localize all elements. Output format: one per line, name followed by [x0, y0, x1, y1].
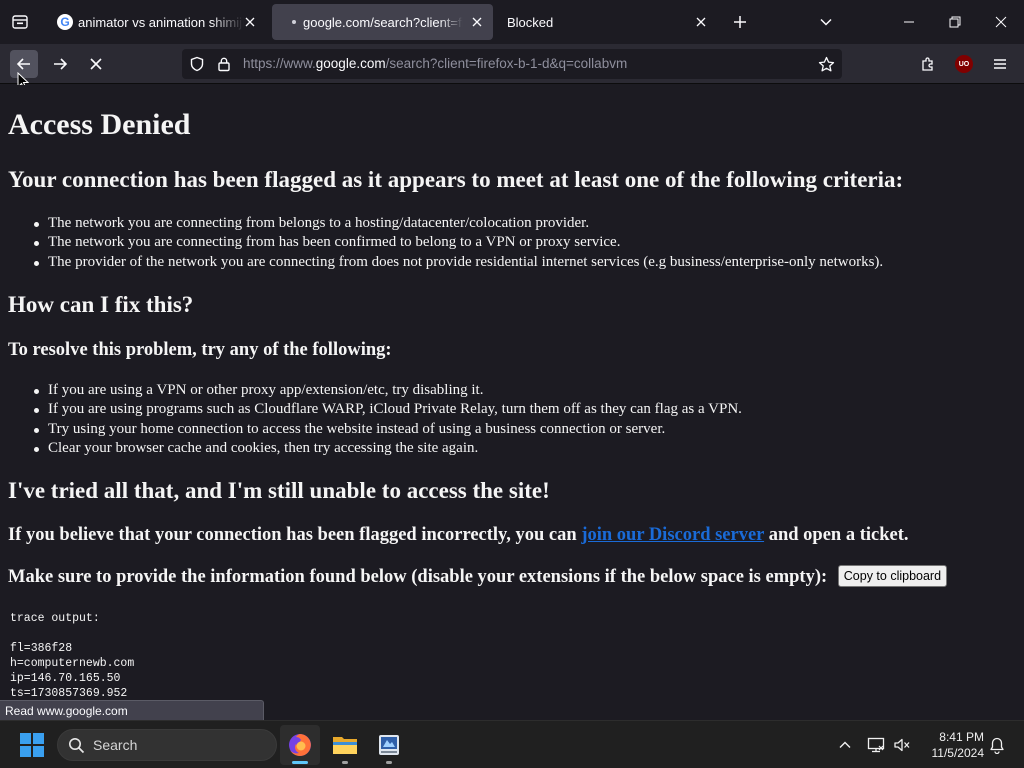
close-tab-icon[interactable] — [242, 14, 258, 30]
network-icon[interactable] — [864, 733, 888, 757]
clock-time: 8:41 PM — [939, 730, 984, 744]
list-item: Clear your browser cache and cookies, th… — [34, 439, 742, 458]
provide-info-text: Make sure to provide the information fou… — [8, 567, 828, 587]
tab-title: animator vs animation shimiji - Go — [78, 14, 244, 30]
discord-text-before: If you believe that your connection has … — [8, 525, 577, 545]
taskbar-search-box[interactable]: Search — [57, 729, 277, 761]
trace-label: trace output: — [10, 612, 100, 625]
close-tab-icon[interactable] — [469, 14, 485, 30]
resolve-heading: To resolve this problem, try any of the … — [8, 340, 392, 360]
ublock-origin-icon[interactable]: UO — [955, 55, 973, 73]
firefox-taskbar-icon[interactable] — [280, 725, 320, 765]
restore-icon[interactable] — [932, 0, 978, 44]
windows-start-icon[interactable] — [20, 733, 44, 757]
clock-date: 11/5/2024 — [931, 746, 985, 760]
tab-blocked[interactable]: Blocked — [497, 4, 717, 40]
active-app-indicator — [292, 761, 308, 764]
list-item: The provider of the network you are conn… — [33, 253, 883, 272]
tab-strip: G animator vs animation shimiji - Go goo… — [0, 0, 1024, 44]
url-bar[interactable]: https://www.google.com/search?client=fir… — [182, 49, 842, 79]
tracking-protection-shield-icon[interactable] — [188, 55, 206, 73]
trace-line: ts=1730857369.952 — [10, 687, 128, 700]
lock-icon[interactable] — [215, 55, 233, 73]
list-item: The network you are connecting from has … — [33, 233, 883, 252]
list-item: Try using your home connection to access… — [34, 420, 742, 439]
list-item: If you are using programs such as Cloudf… — [34, 400, 742, 419]
list-all-tabs-icon[interactable] — [6, 8, 34, 36]
tab-google-search-active[interactable]: google.com/search?client=firefox — [272, 4, 493, 40]
tab-animator-search[interactable]: G animator vs animation shimiji - Go — [48, 4, 266, 40]
bookmark-star-icon[interactable] — [817, 55, 835, 73]
notification-bell-icon[interactable] — [985, 733, 1009, 757]
provide-info-paragraph: Make sure to provide the information fou… — [8, 565, 948, 588]
extensions-puzzle-icon[interactable] — [914, 50, 942, 78]
hamburger-menu-icon[interactable] — [986, 50, 1014, 78]
close-window-icon[interactable] — [978, 0, 1024, 44]
discord-server-link[interactable]: join our Discord server — [581, 525, 764, 545]
trace-line: ip=146.70.165.50 — [10, 672, 121, 685]
search-icon — [69, 738, 85, 754]
tab-title: Blocked — [507, 14, 554, 30]
list-item: If you are using a VPN or other proxy ap… — [34, 381, 742, 400]
flagged-heading: Your connection has been flagged as it a… — [8, 167, 904, 192]
vm-app-taskbar-icon[interactable] — [369, 725, 409, 765]
fixes-list: If you are using a VPN or other proxy ap… — [34, 381, 742, 458]
trace-line: h=computernewb.com — [10, 657, 135, 670]
trace-output: fl=386f28 h=computernewb.com ip=146.70.165… — [10, 641, 134, 701]
list-item: The network you are connecting from belo… — [33, 214, 883, 233]
chevron-down-icon[interactable] — [812, 8, 840, 36]
navigation-toolbar: https://www.google.com/search?client=fir… — [0, 44, 1024, 84]
copy-to-clipboard-button[interactable]: Copy to clipboard — [837, 565, 948, 587]
discord-paragraph: If you believe that your connection has … — [8, 525, 909, 546]
trace-line: fl=386f28 — [10, 642, 73, 655]
windows-taskbar: Search 8:41 PM 11/5/2024 — [0, 720, 1024, 768]
running-app-indicator — [342, 761, 348, 764]
google-icon: G — [57, 14, 73, 30]
volume-muted-icon[interactable] — [890, 733, 914, 757]
link-status-bar: Read www.google.com — [0, 700, 264, 721]
minimize-icon[interactable] — [886, 0, 932, 44]
loading-dot-icon — [292, 20, 296, 24]
tried-heading: I've tried all that, and I'm still unabl… — [8, 478, 550, 503]
show-hidden-icons-chevron-icon[interactable] — [833, 733, 857, 757]
url-text[interactable]: https://www.google.com/search?client=fir… — [243, 56, 627, 71]
taskbar-clock[interactable]: 8:41 PM 11/5/2024 — [914, 729, 985, 761]
tab-title: google.com/search?client=firefox — [303, 14, 463, 30]
stop-loading-icon[interactable] — [82, 50, 110, 78]
close-tab-icon[interactable] — [693, 14, 709, 30]
search-label: Search — [93, 737, 138, 753]
fix-heading: How can I fix this? — [8, 292, 194, 317]
page-content: Access Denied Your connection has been f… — [0, 85, 1024, 720]
file-explorer-taskbar-icon[interactable] — [325, 725, 365, 765]
forward-arrow-icon[interactable] — [46, 50, 74, 78]
new-tab-plus-icon[interactable] — [726, 8, 754, 36]
page-title: Access Denied — [8, 108, 191, 141]
running-app-indicator — [386, 761, 392, 764]
discord-text-after: and open a ticket. — [768, 525, 909, 545]
criteria-list: The network you are connecting from belo… — [33, 214, 883, 272]
